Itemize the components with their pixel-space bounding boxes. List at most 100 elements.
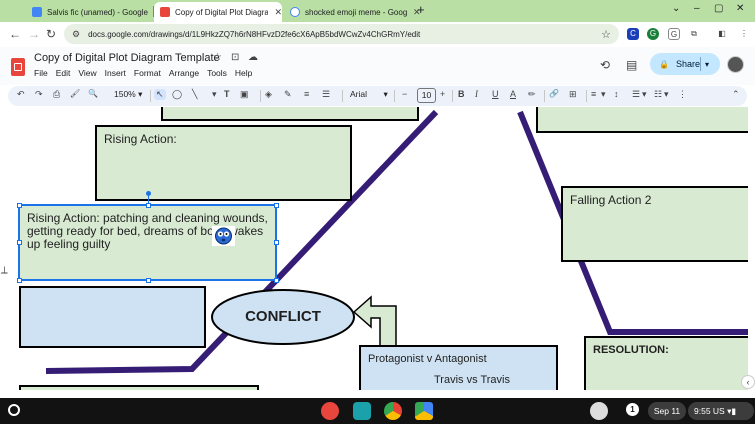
extension-icon[interactable]: G xyxy=(647,28,659,40)
fill-color-icon[interactable]: ◈ xyxy=(265,89,272,100)
underline-icon[interactable]: U xyxy=(492,89,499,99)
border-weight-icon[interactable]: ≡ xyxy=(304,89,309,99)
font-size-input[interactable]: 10 xyxy=(417,88,436,103)
image-icon[interactable]: ▣ xyxy=(240,89,249,100)
extension-icon[interactable]: G xyxy=(668,28,680,40)
blank-blue-box[interactable] xyxy=(19,286,206,348)
tab-search-icon[interactable]: ⌄ xyxy=(672,3,680,14)
resize-handle[interactable] xyxy=(17,278,22,283)
highlight-icon[interactable]: ✏ xyxy=(528,89,536,100)
extensions-puzzle-icon[interactable]: ⧉ xyxy=(688,28,700,40)
zoom-select[interactable]: 150% ▾ xyxy=(114,89,142,100)
drive-app-icon[interactable] xyxy=(415,402,433,420)
border-dash-icon[interactable]: ☰ xyxy=(322,89,330,100)
print-icon[interactable]: ⎙ xyxy=(53,89,60,100)
line-dropdown-icon[interactable]: ▾ xyxy=(212,89,217,100)
classroom-app-icon[interactable] xyxy=(353,402,371,420)
resize-handle[interactable] xyxy=(146,278,151,283)
line-icon[interactable]: ╲ xyxy=(192,89,197,100)
font-select[interactable]: Arial ▾ xyxy=(350,89,388,100)
resize-handle[interactable] xyxy=(274,278,279,283)
menu-help[interactable]: Help xyxy=(235,68,252,78)
bold-icon[interactable]: B xyxy=(458,89,465,99)
menu-edit[interactable]: Edit xyxy=(56,68,71,78)
game-app-icon[interactable] xyxy=(321,402,339,420)
numbered-list-icon[interactable]: ☷ xyxy=(654,89,662,100)
document-title[interactable]: Copy of Digital Plot Diagram Template xyxy=(34,52,220,64)
align-dropdown-icon[interactable]: ▾ xyxy=(601,89,606,100)
tab-salvis-fic[interactable]: Salvis fic (unamed) - Google D ✕ xyxy=(26,2,163,22)
date-badge[interactable]: Sep 11 xyxy=(648,402,686,420)
resize-handle[interactable] xyxy=(274,240,279,245)
forward-icon[interactable]: → xyxy=(28,27,40,41)
extension-icon[interactable]: C xyxy=(627,28,639,40)
exposition-box[interactable] xyxy=(161,107,419,121)
rising-action-box[interactable]: Rising Action: xyxy=(95,125,352,201)
shape-icon[interactable]: ◯ xyxy=(172,89,182,100)
protagonist-box[interactable]: Protagonist v Antagonist Travis vs Travi… xyxy=(359,345,558,390)
side-panel-icon[interactable]: ◧ xyxy=(716,28,728,40)
menu-insert[interactable]: Insert xyxy=(105,68,126,78)
resize-handle[interactable] xyxy=(146,203,151,208)
arrow-shape[interactable] xyxy=(352,295,397,348)
new-tab-button[interactable]: + xyxy=(417,2,425,17)
link-icon[interactable]: 🔗 xyxy=(549,89,559,98)
bulleted-dropdown-icon[interactable]: ▾ xyxy=(642,89,647,100)
menu-tools[interactable]: Tools xyxy=(207,68,227,78)
undo-icon[interactable]: ↶ xyxy=(17,89,25,100)
menu-arrange[interactable]: Arrange xyxy=(169,68,199,78)
rising-action-selected-box[interactable]: Rising Action: patching and cleaning wou… xyxy=(18,204,277,281)
bottom-left-box[interactable] xyxy=(19,385,259,390)
text-box-icon[interactable]: T xyxy=(224,89,230,99)
hide-ruler-icon[interactable]: ⟂ xyxy=(1,265,8,276)
menu-file[interactable]: File xyxy=(34,68,48,78)
border-color-icon[interactable]: ✎ xyxy=(284,89,292,100)
bookmark-star-icon[interactable]: ☆ xyxy=(601,28,611,41)
drawings-logo-icon[interactable] xyxy=(11,58,25,76)
reload-icon[interactable]: ↻ xyxy=(46,27,56,41)
site-info-icon[interactable]: ⚙ xyxy=(72,29,80,40)
menu-format[interactable]: Format xyxy=(134,68,161,78)
browser-menu-icon[interactable]: ⋮ xyxy=(738,28,750,40)
share-button[interactable]: 🔒 Share ▾ xyxy=(650,53,720,75)
resize-handle[interactable] xyxy=(17,203,22,208)
menu-view[interactable]: View xyxy=(78,68,96,78)
select-icon[interactable]: ↖ xyxy=(154,89,166,100)
align-icon[interactable]: ≡ xyxy=(591,89,596,99)
zoom-icon[interactable]: 🔍 xyxy=(88,89,98,98)
share-dropdown-icon[interactable]: ▾ xyxy=(705,60,709,69)
resize-handle[interactable] xyxy=(274,203,279,208)
italic-icon[interactable]: I xyxy=(475,89,478,99)
numbered-dropdown-icon[interactable]: ▾ xyxy=(664,89,669,100)
bulleted-list-icon[interactable]: ☰ xyxy=(632,89,640,100)
tab-plot-diagram[interactable]: Copy of Digital Plot Diagram T ✕ xyxy=(154,2,282,22)
falling-action-box[interactable]: Falling Action 2 xyxy=(561,186,748,262)
back-icon[interactable]: ← xyxy=(9,27,21,41)
resize-handle[interactable] xyxy=(17,240,22,245)
decrease-font-icon[interactable]: − xyxy=(402,89,407,99)
more-icon[interactable]: ⋮ xyxy=(678,89,687,100)
minimize-icon[interactable]: – xyxy=(694,3,700,14)
maximize-icon[interactable]: ▢ xyxy=(714,3,723,14)
comments-icon[interactable]: ▤ xyxy=(626,58,637,72)
text-color-icon[interactable]: A xyxy=(510,89,516,99)
address-bar[interactable]: ⚙ docs.google.com/drawings/d/1L9HkzZQ7h6… xyxy=(64,24,619,44)
comment-icon[interactable]: ⊞ xyxy=(569,89,577,100)
notification-count[interactable]: 1 xyxy=(626,403,639,416)
chrome-app-icon[interactable] xyxy=(384,402,402,420)
climax-box[interactable] xyxy=(536,107,748,133)
close-window-icon[interactable]: ✕ xyxy=(736,3,744,14)
account-avatar[interactable] xyxy=(727,56,744,73)
increase-font-icon[interactable]: + xyxy=(440,89,445,99)
resolution-box[interactable]: RESOLUTION: xyxy=(584,336,748,390)
close-tab-icon[interactable]: ✕ xyxy=(274,7,282,18)
paint-format-icon[interactable]: 🖌 xyxy=(70,89,80,98)
version-history-icon[interactable]: ⟲ xyxy=(600,58,610,72)
shocked-emoji-icon[interactable] xyxy=(212,226,235,246)
redo-icon[interactable]: ↷ xyxy=(35,89,43,100)
scroll-expand-icon[interactable]: ‹ xyxy=(741,375,755,389)
launcher-icon[interactable] xyxy=(8,404,20,416)
tab-shocked-emoji[interactable]: shocked emoji meme - Google ✕ xyxy=(284,2,421,22)
drawing-canvas[interactable]: Rising Action: Falling Action 2 Rising A… xyxy=(0,107,748,390)
user-avatar[interactable] xyxy=(590,402,608,420)
